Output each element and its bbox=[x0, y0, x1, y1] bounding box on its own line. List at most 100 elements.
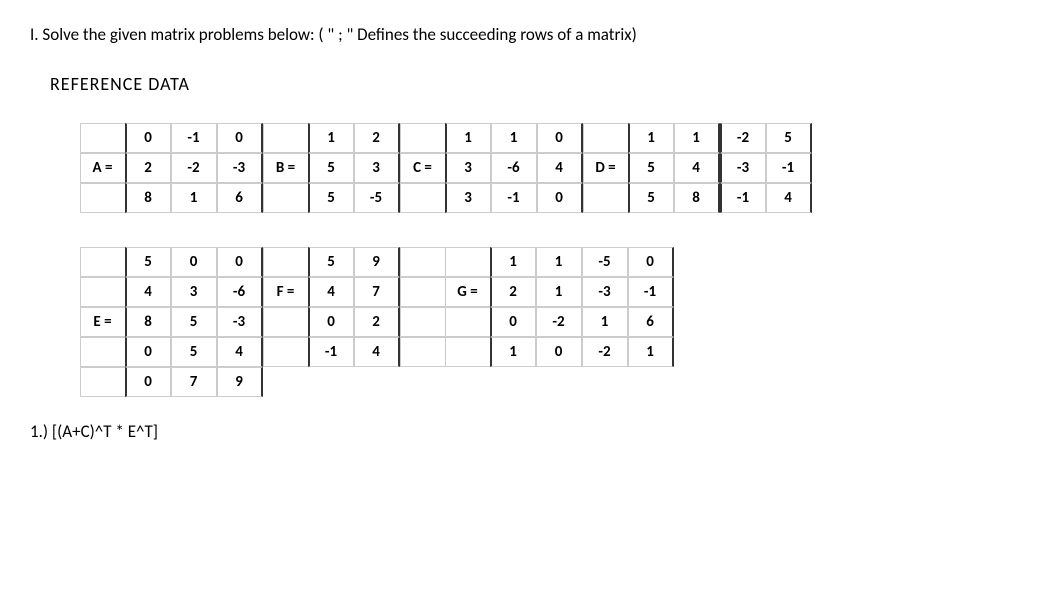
matrix-F-cell: -1 bbox=[308, 337, 354, 367]
matrix-label-cell bbox=[80, 183, 126, 213]
matrix-G-cell: 1 bbox=[536, 247, 582, 277]
matrix-C-cell: 1 bbox=[491, 123, 537, 153]
matrix-A-cell: -1 bbox=[171, 123, 217, 153]
matrix-label-cell bbox=[583, 123, 629, 153]
matrix-label-cell bbox=[80, 277, 126, 307]
matrix-E-cell: 0 bbox=[125, 367, 171, 397]
matrix-G-cell: 1 bbox=[582, 307, 628, 337]
matrix-label-cell bbox=[80, 367, 126, 397]
matrix-G-cell: 0 bbox=[536, 337, 582, 367]
matrix-E-cell: 5 bbox=[171, 337, 217, 367]
matrix-E-cell: 3 bbox=[171, 277, 217, 307]
matrix-label-cell bbox=[263, 183, 309, 213]
matrix-X-cell: -1 bbox=[720, 183, 766, 213]
matrix-A-cell: -3 bbox=[217, 153, 263, 183]
matrix-F-cell: 4 bbox=[308, 277, 354, 307]
matrix-F-cell: 0 bbox=[308, 307, 354, 337]
matrix-G-cell: 1 bbox=[536, 277, 582, 307]
matrix-label-cell bbox=[263, 337, 309, 367]
matrix-G-cell: 1 bbox=[628, 337, 674, 367]
matrix-C: C =1103-643-10 bbox=[400, 123, 583, 213]
matrix-C-cell: 0 bbox=[537, 123, 583, 153]
matrix-label-E: E = bbox=[80, 307, 126, 337]
matrix-G-cell: -2 bbox=[582, 337, 628, 367]
matrix-B-cell: 1 bbox=[308, 123, 354, 153]
matrix-label-cell bbox=[263, 123, 309, 153]
matrix-A-cell: -2 bbox=[171, 153, 217, 183]
matrix-A-cell: 2 bbox=[125, 153, 171, 183]
matrix-G-cell: 0 bbox=[490, 307, 536, 337]
matrix-B: B =12535-5 bbox=[263, 123, 400, 213]
spacer-cell bbox=[400, 307, 446, 337]
matrix-E-cell: 4 bbox=[125, 277, 171, 307]
matrix-A-cell: 1 bbox=[171, 183, 217, 213]
matrix-E-cell: 7 bbox=[171, 367, 217, 397]
matrix-D-cell: 8 bbox=[674, 183, 720, 213]
matrix-X-cell: 5 bbox=[766, 123, 812, 153]
matrix-D-cell: 5 bbox=[628, 183, 674, 213]
matrix-D-cell: 1 bbox=[674, 123, 720, 153]
matrix-label-cell bbox=[80, 123, 126, 153]
matrix-G-cell: 6 bbox=[628, 307, 674, 337]
matrix-B-cell: 3 bbox=[354, 153, 400, 183]
matrix-label-F: F = bbox=[263, 277, 309, 307]
matrix-E-cell: 9 bbox=[217, 367, 263, 397]
matrix-B-cell: 5 bbox=[308, 183, 354, 213]
matrix-label-G: G = bbox=[445, 277, 491, 307]
matrix-C-cell: 3 bbox=[445, 153, 491, 183]
matrix-E-cell: -6 bbox=[217, 277, 263, 307]
matrix-G-cell: 2 bbox=[490, 277, 536, 307]
matrix-label-cell bbox=[400, 123, 446, 153]
matrix-X-cell: -3 bbox=[720, 153, 766, 183]
matrix-C-cell: -6 bbox=[491, 153, 537, 183]
matrix-A-cell: 0 bbox=[125, 123, 171, 153]
matrix-F-cell: 4 bbox=[354, 337, 400, 367]
matrix-label-cell bbox=[445, 247, 491, 277]
matrix-A-cell: 0 bbox=[217, 123, 263, 153]
matrix-G: G =11-5021-3-10-21610-21 bbox=[445, 247, 674, 367]
matrix-B-cell: -5 bbox=[354, 183, 400, 213]
matrix-label-cell bbox=[263, 247, 309, 277]
matrix-label-cell bbox=[445, 307, 491, 337]
spacer-cell bbox=[400, 277, 446, 307]
matrix-E-cell: 0 bbox=[217, 247, 263, 277]
question-1: 1.) [(A+C)^T * E^T] bbox=[30, 421, 1024, 442]
matrix-label-B: B = bbox=[263, 153, 309, 183]
matrix-D-cell: 1 bbox=[628, 123, 674, 153]
matrix-label-cell bbox=[80, 247, 126, 277]
matrix-G-cell: -5 bbox=[582, 247, 628, 277]
matrix-E: E =50043-685-3054079 bbox=[80, 247, 263, 397]
matrix-C-cell: 0 bbox=[537, 183, 583, 213]
matrix-C-cell: 1 bbox=[445, 123, 491, 153]
matrix-F-cell: 9 bbox=[354, 247, 400, 277]
matrix-label-cell bbox=[80, 337, 126, 367]
matrix-X: -25-3-1-14 bbox=[720, 123, 812, 213]
matrix-F-cell: 7 bbox=[354, 277, 400, 307]
matrix-E-cell: -3 bbox=[217, 307, 263, 337]
matrix-C-cell: 4 bbox=[537, 153, 583, 183]
matrix-G-cell: 1 bbox=[490, 337, 536, 367]
spacer-cell bbox=[400, 247, 446, 277]
matrix-E-cell: 5 bbox=[125, 247, 171, 277]
matrix-D-cell: 4 bbox=[674, 153, 720, 183]
matrix-section: A =0-102-2-3816B =12535-5C =1103-643-10D… bbox=[80, 123, 1024, 397]
matrix-E-cell: 5 bbox=[171, 307, 217, 337]
matrix-G-cell: -2 bbox=[536, 307, 582, 337]
matrix-G-cell: -1 bbox=[628, 277, 674, 307]
matrix-label-A: A = bbox=[80, 153, 126, 183]
matrix-X-cell: 4 bbox=[766, 183, 812, 213]
matrix-label-cell bbox=[583, 183, 629, 213]
matrix-F-cell: 5 bbox=[308, 247, 354, 277]
matrix-F-cell: 2 bbox=[354, 307, 400, 337]
instruction-text: I. Solve the given matrix problems below… bbox=[30, 24, 1024, 45]
matrix-X-cell: -1 bbox=[766, 153, 812, 183]
matrix-A-cell: 6 bbox=[217, 183, 263, 213]
matrix-C-cell: -1 bbox=[491, 183, 537, 213]
reference-heading: REFERENCE DATA bbox=[50, 73, 1024, 95]
matrix-A: A =0-102-2-3816 bbox=[80, 123, 263, 213]
matrix-label-cell bbox=[263, 307, 309, 337]
matrix-D-cell: 5 bbox=[628, 153, 674, 183]
matrix-G-cell: 1 bbox=[490, 247, 536, 277]
matrix-D: D =115458 bbox=[583, 123, 720, 213]
matrix-G-cell: 0 bbox=[628, 247, 674, 277]
